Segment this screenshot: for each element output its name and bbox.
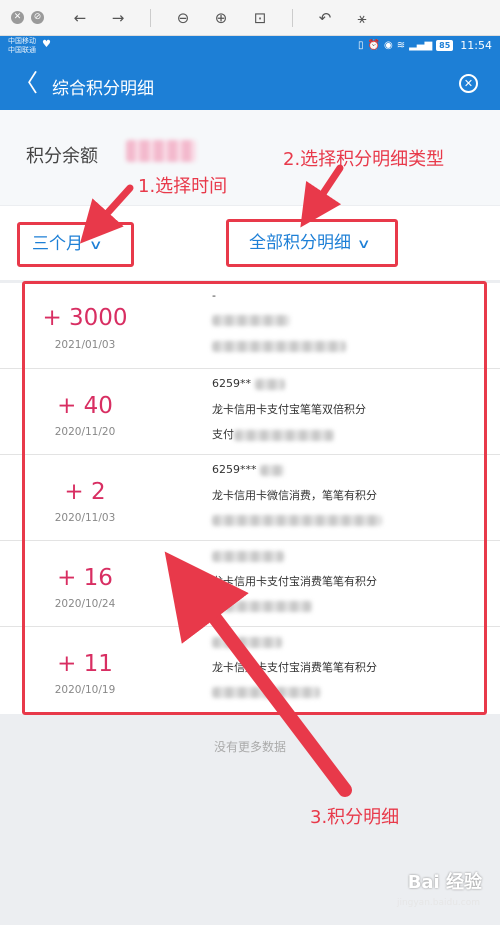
list-item[interactable]: + 2 2020/11/03 6259*** 龙卡信用卡微信消费，笔笔有积分: [0, 455, 500, 541]
list-item[interactable]: + 16 2020/10/24 龙卡信用卡支付宝消费笔笔有积分: [0, 541, 500, 627]
record-line-1: [212, 549, 284, 562]
fit-icon[interactable]: ⊡: [250, 8, 270, 28]
record-amount: + 16: [57, 565, 113, 591]
time-filter-label: 三个月: [32, 234, 83, 254]
record-date: 2020/10/24: [54, 598, 116, 610]
no-more-data-text: 没有更多数据: [213, 740, 286, 754]
record-date: 2020/11/03: [54, 512, 116, 524]
points-record-list: + 3000 2021/01/03 - + 40 2020/11/20 6259…: [0, 283, 500, 714]
record-date: 2020/11/20: [54, 426, 116, 438]
carrier-2: 中国联通: [8, 46, 36, 54]
record-card-number: 6259**: [212, 377, 251, 390]
signal-icon: ▂▄▆: [409, 40, 433, 51]
filter-bar: 三个月 ∨ 全部积分明细 ∨: [0, 206, 500, 280]
alarm-icon: ⏰: [367, 40, 380, 51]
record-date: 2020/10/19: [54, 684, 116, 696]
watermark-url: jingyan.baidu.com: [396, 898, 480, 908]
balance-label: 积分余额: [26, 146, 98, 167]
record-line-1: [212, 635, 282, 648]
record-line-3: [212, 513, 382, 526]
zoom-in-icon[interactable]: ⊕: [211, 8, 231, 28]
record-line-1: 6259***: [212, 463, 284, 476]
carrier-info: 中国移动 中国联通: [8, 37, 36, 55]
chevron-down-icon: ∨: [88, 238, 103, 253]
toolbar-divider: [150, 9, 151, 27]
back-icon[interactable]: 〈: [14, 70, 38, 96]
record-date: 2021/01/03: [54, 339, 116, 351]
list-item[interactable]: + 3000 2021/01/03 -: [0, 283, 500, 369]
record-amount: + 11: [57, 651, 113, 677]
back-arrow-icon[interactable]: ←: [70, 8, 90, 28]
status-icons: ▯ ⏰ ◉ ≋ ▂▄▆ 85 11:54: [358, 39, 492, 52]
battery-level: 85: [436, 40, 454, 51]
type-filter-dropdown[interactable]: 全部积分明细 ∨: [226, 219, 398, 267]
record-line-1: 6259**: [212, 377, 285, 390]
forward-arrow-icon[interactable]: →: [108, 8, 128, 28]
record-line-3: 支付: [212, 426, 334, 442]
wifi-icon: ≋: [396, 40, 406, 51]
stop-circle-icon[interactable]: ⊘: [31, 11, 44, 24]
eye-icon: ◉: [383, 40, 393, 51]
magic-wand-icon[interactable]: ⚹: [352, 8, 372, 28]
time-filter-dropdown[interactable]: 三个月 ∨: [17, 222, 134, 267]
record-line-2: 龙卡信用卡支付宝消费笔笔有积分: [212, 575, 377, 588]
health-icon: ♥: [42, 39, 51, 50]
balance-value-blurred: [126, 140, 196, 162]
status-bar: 中国移动 中国联通 ♥ ▯ ⏰ ◉ ≋ ▂▄▆ 85 11:54: [0, 36, 500, 58]
record-amount: + 40: [57, 393, 113, 419]
annotation-step1: 1.选择时间: [138, 176, 228, 197]
list-item[interactable]: + 40 2020/11/20 6259** 龙卡信用卡支付宝笔笔双倍积分 支付: [0, 369, 500, 455]
record-line-2: 龙卡信用卡微信消费，笔笔有积分: [212, 489, 377, 502]
viewer-toolbar: ✕ ⊘ ← → ⊖ ⊕ ⊡ ↶ ⚹: [0, 0, 500, 36]
record-line-2: 龙卡信用卡支付宝笔笔双倍积分: [212, 403, 366, 416]
record-amount: + 2: [64, 479, 106, 505]
annotation-step2: 2.选择积分明细类型: [283, 149, 445, 170]
record-line-3: [212, 339, 346, 352]
close-icon[interactable]: ✕: [459, 74, 478, 93]
carrier-1: 中国移动: [8, 37, 36, 45]
close-circle-icon[interactable]: ✕: [11, 11, 24, 24]
zoom-out-icon[interactable]: ⊖: [173, 8, 193, 28]
record-line-2: [212, 313, 290, 326]
annotation-step3: 3.积分明细: [310, 807, 400, 828]
rotate-icon[interactable]: ↶: [315, 8, 335, 28]
chevron-down-icon: ∨: [356, 237, 371, 252]
record-amount: + 3000: [42, 305, 128, 331]
clock: 11:54: [460, 39, 492, 52]
record-line-1: -: [212, 289, 216, 302]
vibrate-icon: ▯: [357, 40, 364, 51]
record-card-number: 6259***: [212, 463, 257, 476]
record-line-3: [212, 599, 312, 612]
record-line-2: 龙卡信用卡支付宝消费笔笔有积分: [212, 661, 377, 674]
nav-bar: 〈 综合积分明细 ✕: [0, 58, 500, 110]
list-item[interactable]: + 11 2020/10/19 龙卡信用卡支付宝消费笔笔有积分: [0, 627, 500, 713]
baidu-jingyan-watermark: Bai 经验: [407, 872, 482, 893]
type-filter-label: 全部积分明细: [249, 233, 351, 253]
toolbar-divider: [292, 9, 293, 27]
page-title: 综合积分明细: [52, 79, 154, 99]
record-desc-prefix: 支付: [212, 428, 234, 441]
record-line-3: [212, 685, 320, 698]
